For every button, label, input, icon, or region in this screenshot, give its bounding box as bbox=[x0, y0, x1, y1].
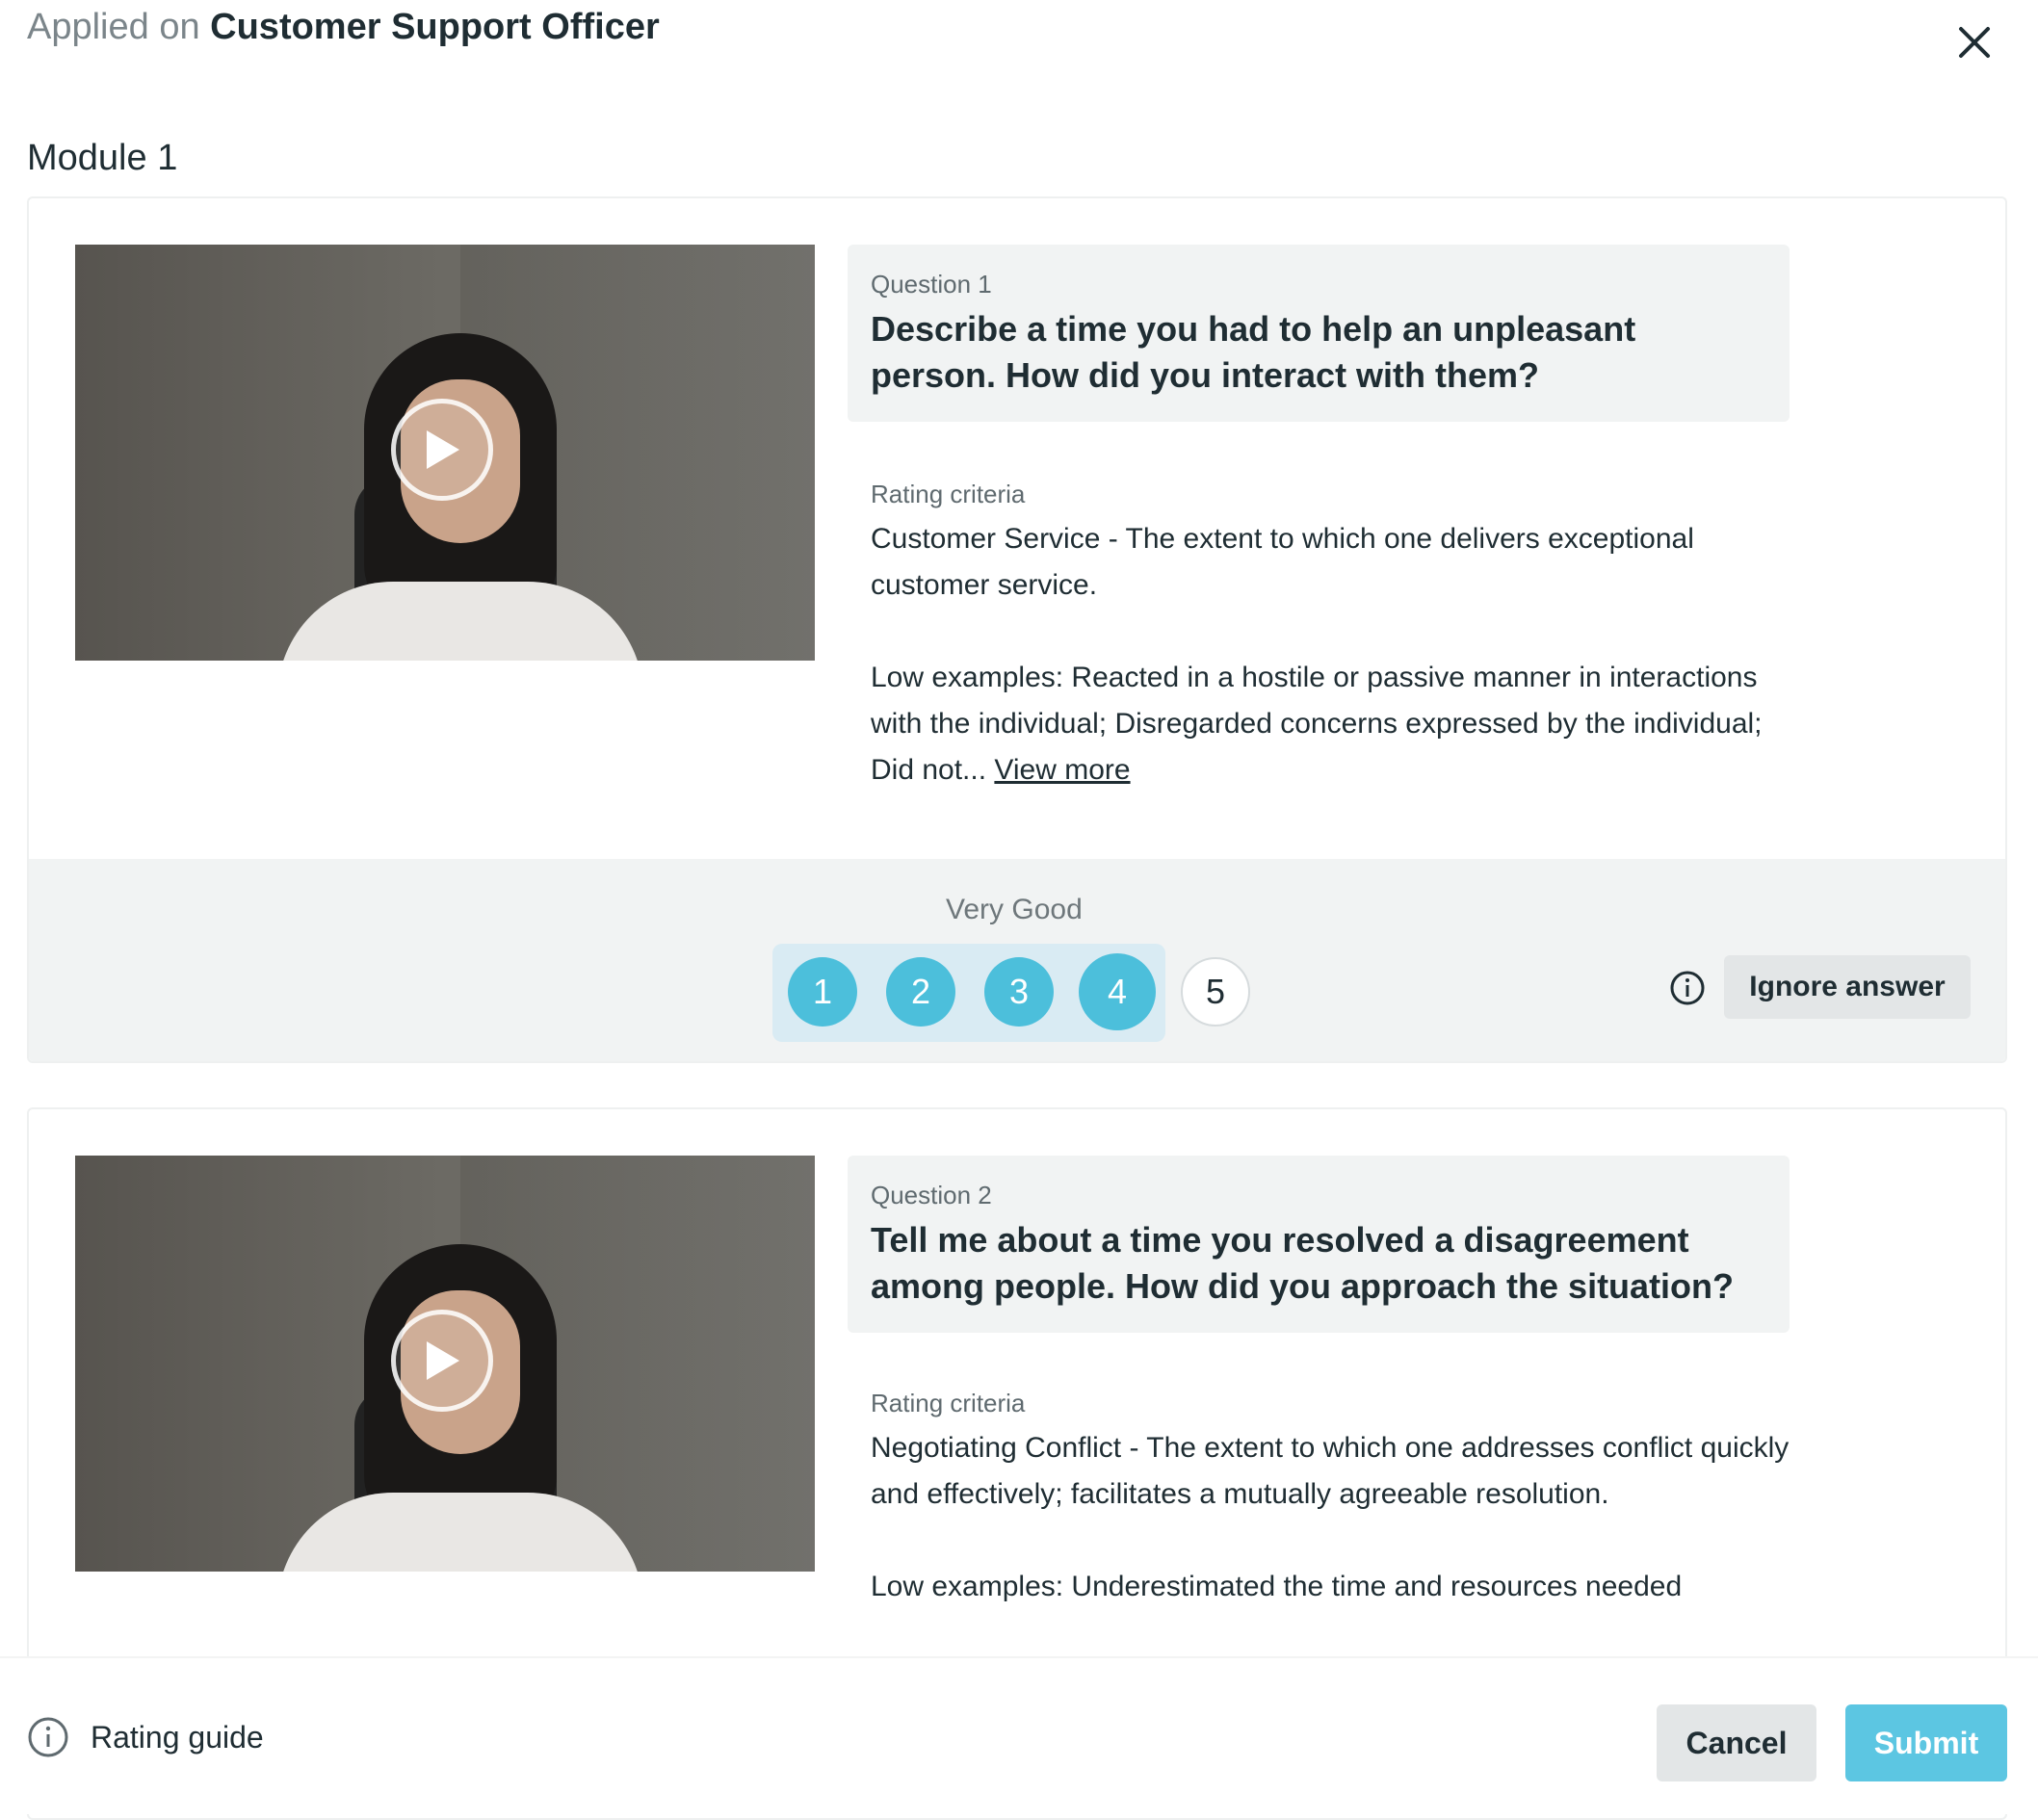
play-button[interactable] bbox=[391, 1310, 493, 1412]
cancel-button[interactable]: Cancel bbox=[1657, 1704, 1816, 1781]
play-icon bbox=[427, 1341, 459, 1380]
criteria-text-block: Negotiating Conflict - The extent to whi… bbox=[871, 1425, 1795, 1610]
criteria-description: Customer Service - The extent to which o… bbox=[871, 523, 1694, 601]
rating-guide-label: Rating guide bbox=[91, 1719, 264, 1755]
rating-criteria-2: Rating criteria Negotiating Conflict - T… bbox=[871, 1387, 1795, 1610]
rating-guide-button[interactable]: Rating guide bbox=[27, 1716, 264, 1758]
module-title: Module 1 bbox=[27, 138, 178, 178]
play-icon bbox=[427, 430, 459, 469]
question-card-1: Question 1 Describe a time you had to he… bbox=[27, 196, 2007, 1063]
rating-criteria-1: Rating criteria Customer Service - The e… bbox=[871, 478, 1795, 793]
info-icon bbox=[1670, 971, 1705, 1005]
low-examples: Low examples: Reacted in a hostile or pa… bbox=[871, 662, 1763, 786]
rating-level-label: Very Good bbox=[946, 894, 1083, 925]
question-box-2: Question 2 Tell me about a time you reso… bbox=[848, 1156, 1790, 1333]
rating-option-2[interactable]: 2 bbox=[886, 957, 955, 1027]
question-text: Describe a time you had to help an unple… bbox=[871, 309, 1636, 395]
question-text: Tell me about a time you resolved a disa… bbox=[871, 1220, 1735, 1306]
ignore-answer-button[interactable]: Ignore answer bbox=[1724, 955, 1971, 1019]
low-examples: Low examples: Underestimated the time an… bbox=[871, 1571, 1683, 1602]
criteria-text-block: Customer Service - The extent to which o… bbox=[871, 516, 1795, 793]
criteria-label: Rating criteria bbox=[871, 1389, 1026, 1417]
job-title: Customer Support Officer bbox=[210, 7, 660, 47]
criteria-label: Rating criteria bbox=[871, 480, 1026, 508]
footer-bar: Rating guide Cancel Submit bbox=[0, 1656, 2038, 1814]
question-label: Question 2 bbox=[871, 1181, 992, 1209]
submit-button[interactable]: Submit bbox=[1845, 1704, 2007, 1781]
ignore-info-button[interactable] bbox=[1668, 969, 1707, 1007]
page-header: Applied on Customer Support Officer bbox=[27, 4, 660, 50]
view-more-link[interactable]: View more bbox=[994, 754, 1130, 786]
question-label: Question 1 bbox=[871, 270, 992, 299]
rating-bar: Very Good 1 2 3 4 5 Ignore answer bbox=[29, 859, 2005, 1061]
rating-option-1[interactable]: 1 bbox=[788, 957, 857, 1027]
question-box-1: Question 1 Describe a time you had to he… bbox=[848, 245, 1790, 422]
play-button[interactable] bbox=[391, 399, 493, 501]
criteria-description: Negotiating Conflict - The extent to whi… bbox=[871, 1432, 1790, 1510]
close-icon bbox=[1959, 27, 1990, 58]
rating-option-4[interactable]: 4 bbox=[1079, 953, 1156, 1030]
applied-on-prefix: Applied on bbox=[27, 7, 200, 47]
close-button[interactable] bbox=[1944, 12, 2005, 73]
rating-option-5[interactable]: 5 bbox=[1181, 957, 1250, 1027]
answer-video-1[interactable] bbox=[75, 245, 815, 661]
info-icon bbox=[28, 1717, 68, 1757]
answer-video-2[interactable] bbox=[75, 1156, 815, 1572]
rating-option-3[interactable]: 3 bbox=[984, 957, 1054, 1027]
